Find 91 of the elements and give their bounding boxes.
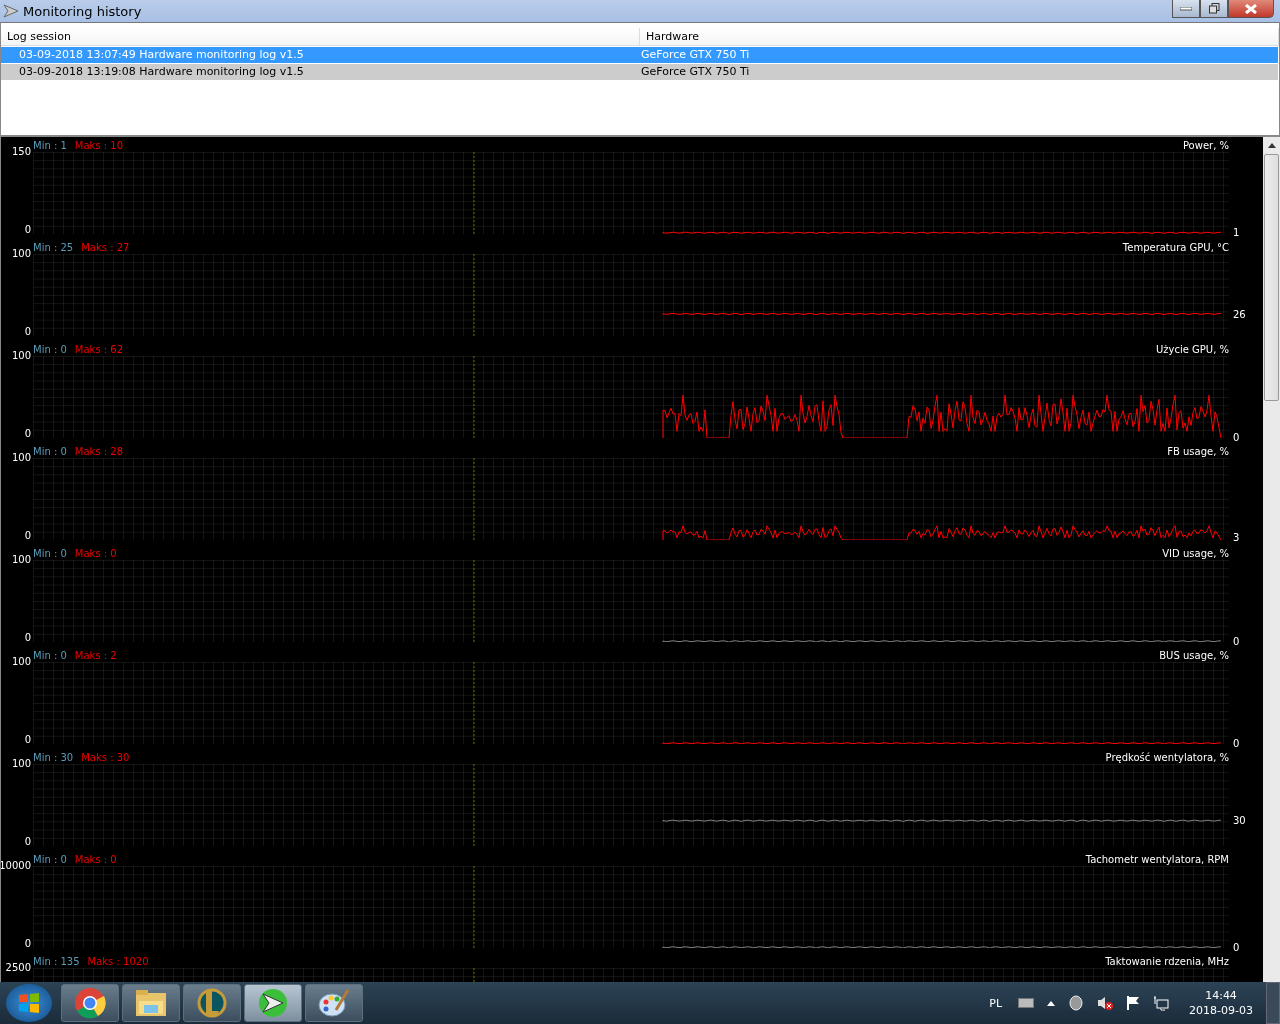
start-button[interactable] <box>6 984 52 1022</box>
language-indicator[interactable]: PL <box>989 996 1003 1010</box>
close-icon <box>1245 3 1257 14</box>
current-value: 0 <box>1233 738 1240 750</box>
minimize-icon <box>1180 6 1192 11</box>
min-label: Min : 0 <box>33 853 67 865</box>
log-row[interactable]: 03-09-2018 13:19:08 Hardware monitoring log v1.5 GeForce GTX 750 Ti <box>1 64 1278 80</box>
current-value: 0 <box>1233 942 1240 954</box>
folder-icon <box>135 989 167 1017</box>
clock[interactable]: 14:44 2018-09-03 <box>1189 988 1253 1018</box>
scrollbar[interactable] <box>1263 137 1280 982</box>
taskbar-app-button[interactable] <box>61 984 119 1022</box>
axis-label: 0 <box>24 224 31 236</box>
taskbar-app-button[interactable] <box>244 984 302 1022</box>
windows-logo-icon <box>18 992 40 1014</box>
keyboard-icon[interactable] <box>1018 998 1035 1008</box>
axis-label: 10000 <box>1 860 31 872</box>
axis-label: 0 <box>24 326 31 338</box>
max-label: Maks : 2 <box>74 649 117 661</box>
close-button[interactable] <box>1228 0 1274 18</box>
current-value: 0 <box>1233 636 1240 648</box>
min-label: Min : 0 <box>33 343 67 355</box>
axis-label: 0 <box>24 530 31 542</box>
clock-time: 14:44 <box>1205 988 1237 1003</box>
flag-icon[interactable] <box>1126 995 1141 1011</box>
graph-title: VID usage, % <box>1162 547 1229 559</box>
axis-label: 0 <box>24 428 31 440</box>
minimize-button[interactable] <box>1172 0 1200 18</box>
palette-icon <box>318 988 350 1018</box>
current-value: 26 <box>1233 308 1246 321</box>
restore-button[interactable] <box>1200 0 1228 18</box>
table-cell-text: 03-09-2018 13:07:49 Hardware monitoring log v1.5 <box>19 47 305 63</box>
taskbar-app-button[interactable] <box>305 984 363 1022</box>
current-value: 30 <box>1233 815 1246 828</box>
plane-icon <box>3 3 19 19</box>
graph-title: Power, % <box>1182 139 1229 151</box>
min-label: Min : 25 <box>33 241 74 253</box>
show-hidden-icons-icon[interactable] <box>1047 1000 1056 1006</box>
axis-label: 0 <box>24 734 31 746</box>
axis-label: 2500 <box>5 962 31 974</box>
plane-icon <box>258 988 288 1018</box>
axis-label: 0 <box>24 938 31 950</box>
graph-title: Tachometr wentylatora, RPM <box>1085 853 1229 865</box>
axis-label: 100 <box>11 758 31 770</box>
max-label: Maks : 10 <box>74 139 124 151</box>
min-label: Min : 135 <box>33 955 80 967</box>
min-label: Min : 1 <box>33 139 67 151</box>
axis-label: 150 <box>11 146 31 158</box>
restore-icon <box>1208 3 1220 14</box>
scroll-up-icon[interactable] <box>1267 143 1276 148</box>
graph-title: Prędkość wentylatora, % <box>1105 751 1229 763</box>
max-label: Maks : 30 <box>81 751 130 763</box>
axis-label: 100 <box>11 248 31 260</box>
min-label: Min : 0 <box>33 649 67 661</box>
min-label: Min : 0 <box>33 445 67 457</box>
min-label: Min : 30 <box>33 751 74 763</box>
column-header[interactable]: Hardware <box>640 28 1279 45</box>
max-label: Maks : 1020 <box>87 955 149 967</box>
clock-date: 2018-09-03 <box>1189 1003 1253 1018</box>
current-value: 0 <box>1233 432 1240 444</box>
graph-title: Temperatura GPU, °C <box>1122 241 1229 253</box>
graph-title: Użycie GPU, % <box>1155 343 1229 355</box>
axis-label: 100 <box>11 656 31 668</box>
axis-label: 0 <box>24 632 31 644</box>
max-label: Maks : 0 <box>74 853 117 865</box>
graph-title: BUS usage, % <box>1159 649 1229 661</box>
graph-title: FB usage, % <box>1167 445 1229 457</box>
table-cell: GeForce GTX 750 Ti <box>641 47 750 63</box>
table-cell: GeForce GTX 750 Ti <box>641 64 750 80</box>
current-value: 1 <box>1233 227 1240 240</box>
max-label: Maks : 0 <box>74 547 117 559</box>
current-value: 3 <box>1233 531 1240 544</box>
network-icon[interactable] <box>1153 995 1170 1011</box>
min-label: Min : 0 <box>33 547 67 559</box>
scroll-thumb[interactable] <box>1264 154 1279 401</box>
axis-label: 0 <box>24 836 31 848</box>
taskbar-app-button[interactable] <box>183 984 241 1022</box>
letter-emblem-icon <box>197 987 227 1019</box>
taskbar-app-button[interactable] <box>122 984 180 1022</box>
max-label: Maks : 27 <box>81 241 130 253</box>
window-title: Monitoring history <box>23 3 142 19</box>
max-label: Maks : 62 <box>74 343 124 355</box>
volume-muted-icon[interactable] <box>1097 995 1114 1011</box>
axis-label: 100 <box>11 350 31 362</box>
axis-label: 100 <box>11 452 31 464</box>
browser-icon <box>74 987 106 1019</box>
axis-label: 100 <box>11 554 31 566</box>
graph-title: Taktowanie rdzenia, MHz <box>1105 955 1229 967</box>
max-label: Maks : 28 <box>74 445 124 457</box>
table-cell-text: 03-09-2018 13:19:08 Hardware monitoring log v1.5 <box>19 64 305 80</box>
column-header[interactable]: Log session <box>1 28 640 45</box>
